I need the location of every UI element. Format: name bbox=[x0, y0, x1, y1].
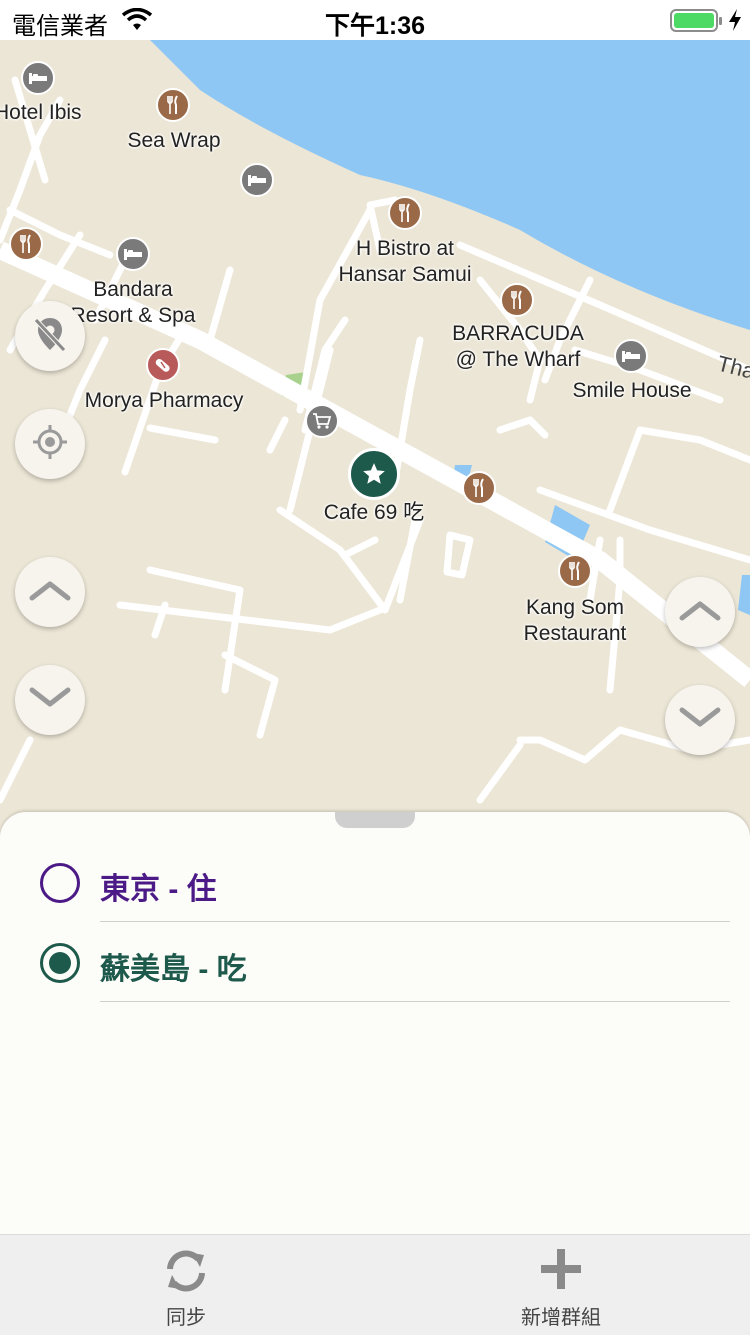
group-list-sheet: 東京 - 住 蘇美島 - 吃 bbox=[0, 812, 750, 1234]
sync-icon bbox=[162, 1247, 210, 1300]
sync-button[interactable]: 同步 bbox=[86, 1235, 286, 1335]
fork-knife-icon bbox=[500, 283, 534, 317]
star-icon bbox=[348, 448, 400, 500]
fork-knife-icon bbox=[9, 227, 43, 261]
radio-selected[interactable] bbox=[40, 943, 80, 983]
status-time: 下午1:36 bbox=[324, 12, 426, 40]
poi-label: BARRACUDA @ The Wharf bbox=[452, 322, 584, 371]
add-group-label: 新增群組 bbox=[521, 1307, 601, 1329]
sheet-drag-handle[interactable] bbox=[335, 812, 415, 828]
group-row-tokyo[interactable]: 東京 - 住 bbox=[0, 840, 750, 920]
group-label: 蘇美島 - 吃 bbox=[100, 953, 247, 986]
poi-label: H Bistro at Hansar Samui bbox=[338, 237, 472, 286]
tab-bar: 同步 新增群組 bbox=[0, 1234, 750, 1335]
bed-icon bbox=[116, 237, 150, 271]
bed-icon bbox=[21, 61, 55, 95]
previous-pin-button[interactable] bbox=[15, 557, 85, 627]
fork-knife-icon bbox=[156, 88, 190, 122]
next-pin-button[interactable] bbox=[15, 665, 85, 735]
battery-icon bbox=[670, 9, 724, 38]
plus-icon bbox=[539, 1247, 583, 1296]
crosshair-icon bbox=[30, 422, 70, 467]
charging-bolt-icon bbox=[728, 8, 742, 37]
cart-icon bbox=[305, 404, 339, 438]
chevron-down-icon bbox=[28, 686, 72, 715]
radio-dot bbox=[49, 952, 71, 974]
fork-knife-icon bbox=[462, 471, 496, 505]
map-roads: Tha bbox=[0, 40, 750, 804]
poi-label: Cafe 69 吃 bbox=[323, 501, 425, 524]
group-label: 東京 - 住 bbox=[100, 873, 217, 906]
bed-icon bbox=[614, 339, 648, 373]
poi-label: Smile House bbox=[572, 379, 692, 402]
road-label-tha: Tha bbox=[715, 351, 750, 385]
sync-label: 同步 bbox=[166, 1307, 206, 1329]
location-off-icon bbox=[30, 314, 70, 359]
status-bar: 電信業者 下午1:36 bbox=[0, 0, 750, 40]
chevron-down-icon bbox=[678, 706, 722, 735]
chevron-up-icon bbox=[678, 598, 722, 627]
pill-icon bbox=[146, 348, 180, 382]
my-location-button[interactable] bbox=[15, 409, 85, 479]
bed-icon bbox=[240, 163, 274, 197]
poi-label: Hotel Ibis bbox=[0, 101, 82, 124]
poi-label: Kang Som Restaurant bbox=[523, 596, 627, 645]
poi-label: Sea Wrap bbox=[127, 129, 221, 152]
hide-pins-button[interactable] bbox=[15, 301, 85, 371]
add-group-button[interactable]: 新增群組 bbox=[461, 1235, 661, 1335]
chevron-up-icon bbox=[28, 578, 72, 607]
map-view[interactable]: Tha Hotel Ibis Sea Wrap H Bistro at Hans… bbox=[0, 40, 750, 840]
scroll-up-button[interactable] bbox=[665, 577, 735, 647]
scroll-down-button[interactable] bbox=[665, 685, 735, 755]
fork-knife-icon bbox=[558, 554, 592, 588]
radio-unselected[interactable] bbox=[40, 863, 80, 903]
poi-label: Morya Pharmacy bbox=[84, 389, 244, 412]
group-row-samui[interactable]: 蘇美島 - 吃 bbox=[0, 922, 750, 1002]
divider bbox=[100, 1001, 730, 1002]
fork-knife-icon bbox=[388, 196, 422, 230]
